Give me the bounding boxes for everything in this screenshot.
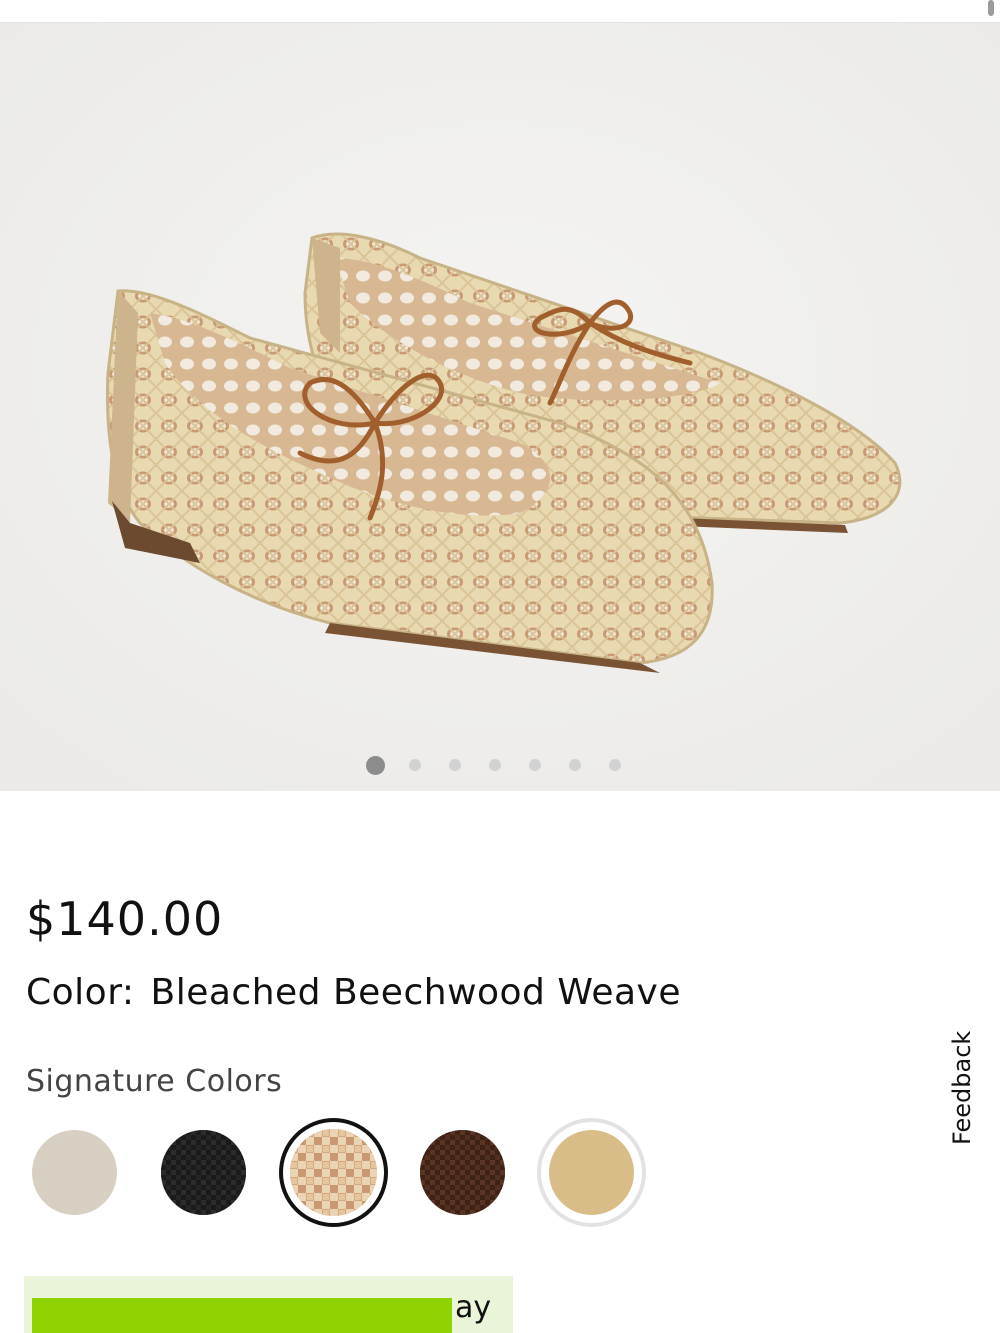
swatch-light-taupe[interactable] [32, 1130, 117, 1215]
color-label: Color: [26, 972, 135, 1013]
gallery-dot-7[interactable] [608, 759, 621, 771]
swatch-brown-weave[interactable] [420, 1130, 505, 1215]
feedback-tab[interactable]: Feedback [942, 1031, 982, 1145]
beechwood-weave-texture [290, 1129, 377, 1216]
product-price: $140.00 [26, 892, 224, 946]
color-value: Bleached Beechwood Weave [150, 972, 682, 1013]
gallery-dot-3[interactable] [448, 759, 461, 771]
swatch-black-weave[interactable] [161, 1130, 246, 1215]
top-bar [0, 0, 1000, 23]
brown-weave-texture [420, 1130, 505, 1215]
swatch-natural-tan[interactable] [549, 1130, 634, 1215]
gallery-pagination [0, 754, 1000, 776]
color-selection: Color: Bleached Beechwood Weave [26, 972, 681, 1013]
product-page: $140.00 Color: Bleached Beechwood Weave S… [0, 0, 1000, 1333]
gallery-dot-6[interactable] [568, 759, 581, 771]
swatch-bleached-beechwood-weave[interactable] [290, 1129, 377, 1216]
black-weave-texture [161, 1130, 246, 1215]
gallery-dot-5[interactable] [528, 759, 541, 771]
gallery-dot-2[interactable] [408, 759, 421, 771]
signature-colors-label: Signature Colors [26, 1064, 283, 1099]
scrollbar[interactable] [988, 0, 994, 16]
payment-text: ay [455, 1290, 492, 1325]
payment-button-bar[interactable] [32, 1298, 452, 1333]
gallery-dot-4[interactable] [488, 759, 501, 771]
gallery-dot-1[interactable] [365, 755, 385, 775]
product-image [0, 23, 1000, 791]
payment-banner[interactable]: ay [24, 1276, 513, 1333]
product-image-gallery[interactable] [0, 23, 1000, 791]
